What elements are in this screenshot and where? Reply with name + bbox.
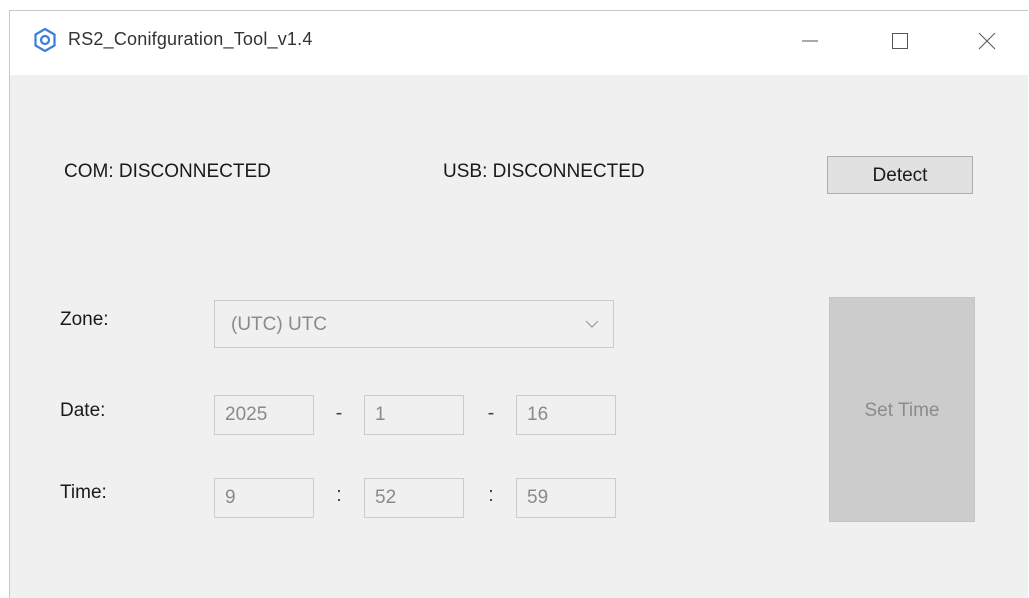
zone-label: Zone: <box>60 309 109 330</box>
title-bar[interactable]: RS2_Conifguration_Tool_v1.4 <box>10 11 1028 75</box>
year-field[interactable]: 2025 <box>214 395 314 435</box>
chevron-down-icon <box>585 320 599 328</box>
zone-select-value: (UTC) UTC <box>231 314 328 335</box>
date-separator: - <box>335 402 343 424</box>
minimize-button[interactable] <box>785 21 835 61</box>
minimize-icon <box>802 40 818 42</box>
detect-button[interactable]: Detect <box>827 156 973 194</box>
usb-status: USB: DISCONNECTED <box>443 161 645 182</box>
maximize-icon <box>892 33 908 49</box>
day-field[interactable]: 16 <box>516 395 616 435</box>
maximize-button[interactable] <box>875 21 925 61</box>
app-gear-icon <box>34 27 56 53</box>
hour-field[interactable]: 9 <box>214 478 314 518</box>
com-status: COM: DISCONNECTED <box>64 161 271 182</box>
zone-select[interactable]: (UTC) UTC <box>214 300 614 348</box>
close-button[interactable] <box>962 21 1012 61</box>
close-icon <box>978 32 996 50</box>
time-separator: : <box>336 484 342 506</box>
time-separator: : <box>488 484 494 506</box>
date-separator: - <box>487 402 495 424</box>
app-window: RS2_Conifguration_Tool_v1.4 COM: DISCONN… <box>9 10 1028 598</box>
month-field[interactable]: 1 <box>364 395 464 435</box>
window-title: RS2_Conifguration_Tool_v1.4 <box>68 29 313 49</box>
date-label: Date: <box>60 400 106 421</box>
set-time-button[interactable]: Set Time <box>829 297 975 522</box>
minute-field[interactable]: 52 <box>364 478 464 518</box>
second-field[interactable]: 59 <box>516 478 616 518</box>
time-label: Time: <box>60 482 107 503</box>
